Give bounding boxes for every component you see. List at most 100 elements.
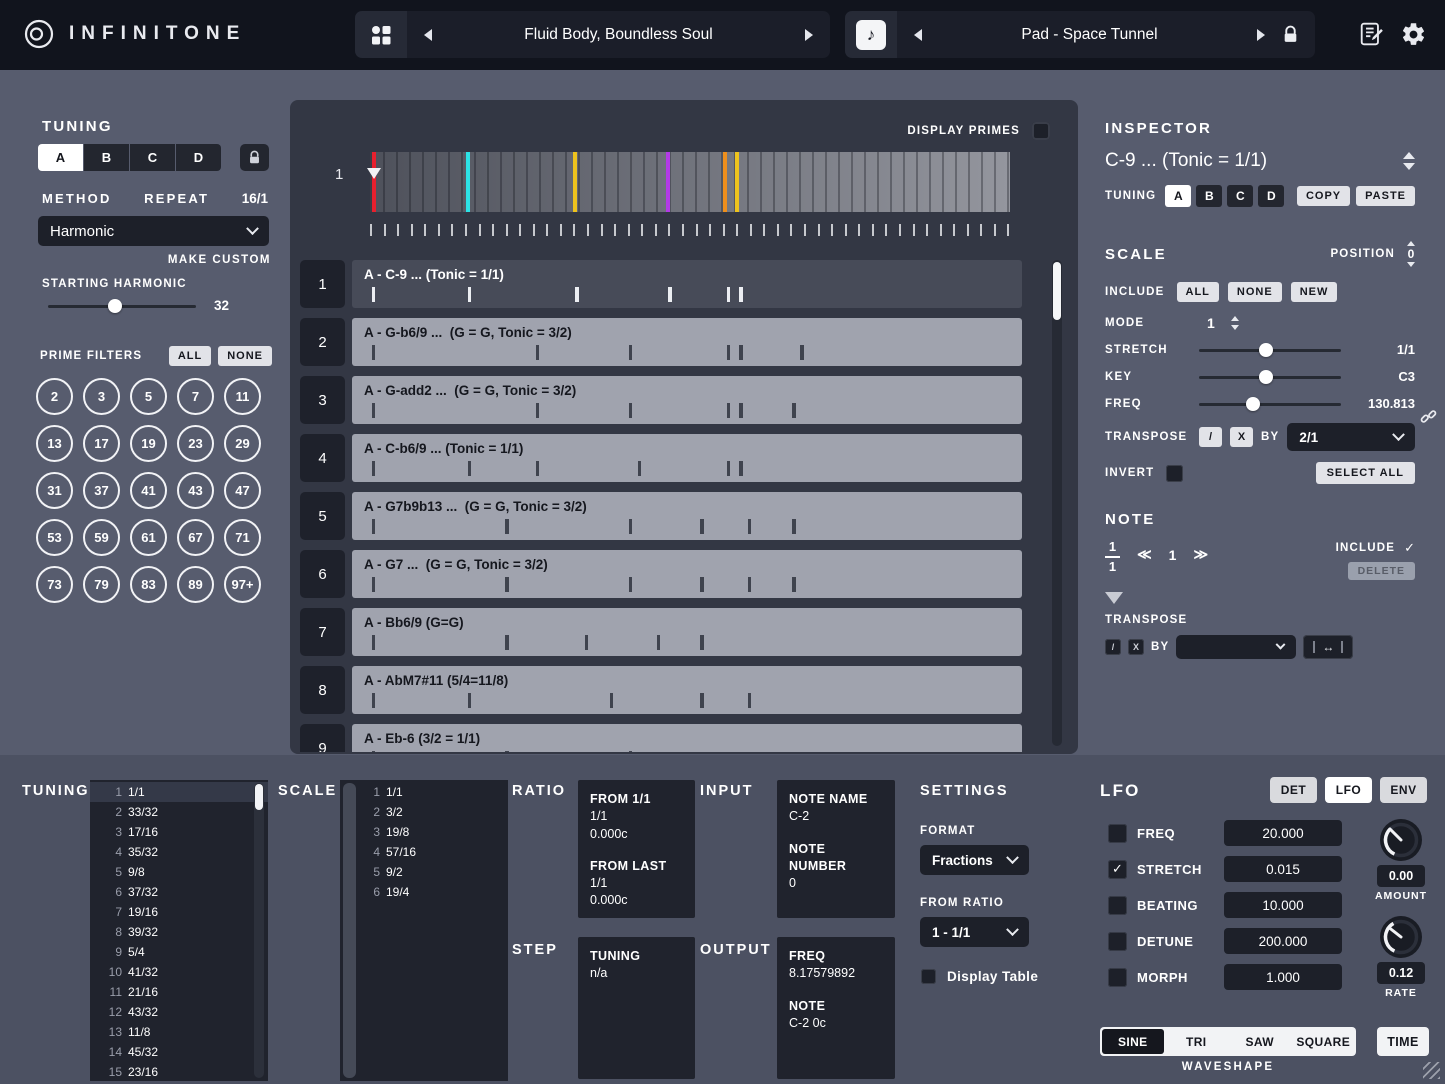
scale-row[interactable]: 8 A - AbM7#11 (5/4=11/8)	[300, 666, 1022, 714]
tuning-list-scrollbar[interactable]	[254, 783, 264, 1078]
primes-all-button[interactable]: ALL	[168, 346, 212, 366]
scale-list-item[interactable]: 3 19/8	[360, 822, 508, 842]
prime-filter-89[interactable]: 89	[177, 566, 214, 603]
prime-filter-71[interactable]: 71	[224, 519, 261, 556]
display-table-checkbox[interactable]	[921, 969, 936, 984]
waveshape-saw[interactable]: SAW	[1229, 1029, 1291, 1054]
method-dropdown[interactable]: Harmonic	[38, 216, 269, 246]
note-prev-button[interactable]: ≪	[1137, 546, 1152, 563]
prime-filter-19[interactable]: 19	[130, 425, 167, 462]
scrollbar-thumb[interactable]	[1053, 262, 1061, 320]
tuning-slot-b[interactable]: B	[84, 144, 129, 171]
time-button[interactable]: TIME	[1377, 1027, 1429, 1056]
prime-filter-3[interactable]: 3	[83, 378, 120, 415]
detune-value[interactable]: 200.000	[1224, 928, 1342, 954]
rate-knob[interactable]	[1378, 914, 1424, 960]
scale-row[interactable]: 9 A - Eb-6 (3/2 = 1/1)	[300, 724, 1022, 752]
tuning-list-item[interactable]: 13 11/8	[90, 1022, 268, 1042]
slider-thumb[interactable]	[107, 299, 122, 313]
amount-knob[interactable]	[1378, 817, 1424, 863]
preset-prev-button[interactable]	[407, 11, 449, 58]
note-next-button[interactable]: ≫	[1193, 546, 1208, 563]
tuning-strip[interactable]	[366, 152, 1010, 212]
include-all-button[interactable]: ALL	[1176, 282, 1219, 302]
display-primes-toggle[interactable]	[1032, 122, 1050, 140]
waveshape-square[interactable]: SQUARE	[1293, 1029, 1355, 1054]
preset-browser-button[interactable]	[355, 11, 407, 58]
rate-value[interactable]: 0.12	[1377, 962, 1425, 984]
save-preset-button[interactable]	[1358, 21, 1385, 48]
copy-button[interactable]: COPY	[1296, 186, 1351, 206]
stretch-checkbox[interactable]: ✓	[1108, 859, 1127, 879]
amount-value[interactable]: 0.00	[1377, 865, 1425, 887]
mode-stepper[interactable]	[1230, 316, 1239, 330]
tuning-list-item[interactable]: 1 1/1	[90, 782, 268, 802]
tuning-slot-c[interactable]: C	[1227, 185, 1254, 207]
transpose-ratio-dropdown[interactable]: 2/1	[1287, 423, 1415, 451]
beating-value[interactable]: 10.000	[1224, 892, 1342, 918]
delete-note-button[interactable]: DELETE	[1347, 562, 1415, 580]
prime-filter-73[interactable]: 73	[36, 566, 73, 603]
note-transpose-ratio-dropdown[interactable]	[1176, 635, 1297, 659]
preset-next-button[interactable]	[788, 11, 830, 58]
patch-next-button[interactable]	[1240, 11, 1282, 58]
tuning-slot-a[interactable]: A	[38, 144, 83, 171]
scrollbar-thumb[interactable]	[255, 784, 263, 810]
tuning-list-item[interactable]: 15 23/16	[90, 1062, 268, 1081]
link-icon[interactable]	[1420, 408, 1437, 425]
prime-filter-47[interactable]: 47	[224, 472, 261, 509]
preset-name[interactable]: Fluid Body, Boundless Soul	[449, 26, 788, 44]
morph-value[interactable]: 1.000	[1224, 964, 1342, 990]
tuning-list-item[interactable]: 14 45/32	[90, 1042, 268, 1062]
stretch-slider[interactable]	[1199, 342, 1341, 357]
tuning-list-item[interactable]: 10 41/32	[90, 962, 268, 982]
prime-filter-79[interactable]: 79	[83, 566, 120, 603]
tab-det[interactable]: DET	[1270, 777, 1317, 803]
note-transpose-apply-button[interactable]: ↔	[1303, 635, 1354, 659]
scale-row[interactable]: 7 A - Bb6/9 (G=G)	[300, 608, 1022, 656]
prime-filter-31[interactable]: 31	[36, 472, 73, 509]
prime-filter-67[interactable]: 67	[177, 519, 214, 556]
transpose-multiply-button[interactable]: X	[1230, 427, 1253, 447]
tab-lfo[interactable]: LFO	[1325, 777, 1372, 803]
tuning-list-item[interactable]: 11 21/16	[90, 982, 268, 1002]
prime-filter-43[interactable]: 43	[177, 472, 214, 509]
tuning-list-item[interactable]: 8 39/32	[90, 922, 268, 942]
stretch-value[interactable]: 0.015	[1224, 856, 1342, 882]
note-include-checkbox[interactable]: ✓	[1404, 540, 1415, 556]
tuning-list-item[interactable]: 2 33/32	[90, 802, 268, 822]
resize-handle[interactable]	[1423, 1062, 1440, 1079]
repeat-value[interactable]: 16/1	[242, 191, 268, 206]
prime-filter-53[interactable]: 53	[36, 519, 73, 556]
tuning-slot-b[interactable]: B	[1196, 185, 1223, 207]
prime-filter-37[interactable]: 37	[83, 472, 120, 509]
tuning-list-item[interactable]: 12 43/32	[90, 1002, 268, 1022]
detune-checkbox[interactable]	[1108, 931, 1127, 951]
prime-filter-2[interactable]: 2	[36, 378, 73, 415]
chord-stepper[interactable]	[1403, 152, 1415, 170]
scale-list-scrollbar[interactable]	[343, 783, 356, 1078]
from-ratio-dropdown[interactable]: 1 - 1/1	[920, 917, 1029, 947]
tuning-slot-d[interactable]: D	[1258, 185, 1285, 207]
freq-checkbox[interactable]	[1108, 823, 1127, 843]
scale-list-scrollbar[interactable]	[1052, 260, 1062, 746]
tuning-list-item[interactable]: 9 5/4	[90, 942, 268, 962]
prime-filter-5[interactable]: 5	[130, 378, 167, 415]
scale-row[interactable]: 4 A - C-b6/9 ... (Tonic = 1/1)	[300, 434, 1022, 482]
make-custom-button[interactable]: MAKE CUSTOM	[38, 254, 271, 266]
patch-lock-button[interactable]	[1282, 25, 1299, 44]
tuning-list-item[interactable]: 6 37/32	[90, 882, 268, 902]
prime-filter-23[interactable]: 23	[177, 425, 214, 462]
settings-button[interactable]	[1400, 21, 1427, 48]
scale-row[interactable]: 1 A - C-9 ... (Tonic = 1/1)	[300, 260, 1022, 308]
prime-filter-11[interactable]: 11	[224, 378, 261, 415]
prime-filter-97plus[interactable]: 97+	[224, 566, 261, 603]
patch-name[interactable]: Pad - Space Tunnel	[939, 26, 1240, 44]
scale-row[interactable]: 6 A - G7 ... (G = G, Tonic = 3/2)	[300, 550, 1022, 598]
freq-slider[interactable]	[1199, 396, 1341, 411]
select-all-button[interactable]: SELECT ALL	[1315, 462, 1415, 484]
slider-thumb[interactable]	[1258, 342, 1273, 357]
format-dropdown[interactable]: Fractions	[920, 845, 1029, 875]
tuning-list-item[interactable]: 7 19/16	[90, 902, 268, 922]
morph-checkbox[interactable]	[1108, 967, 1127, 987]
